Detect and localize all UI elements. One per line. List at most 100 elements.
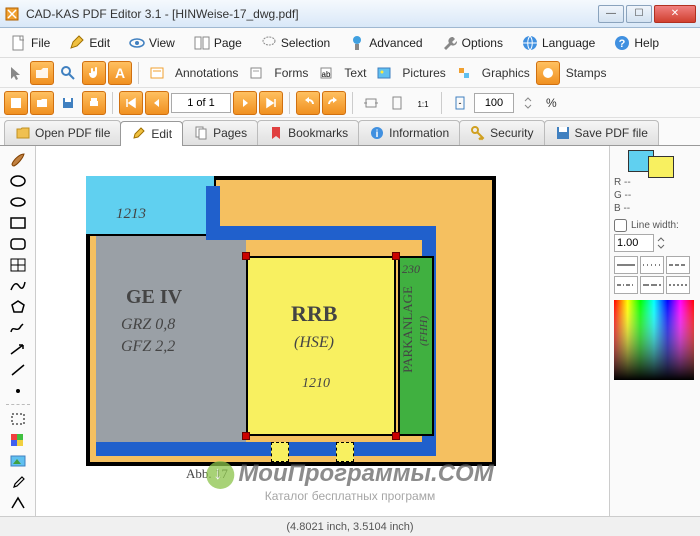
freehand-tool[interactable] <box>4 318 32 337</box>
polygon-tool[interactable] <box>4 297 32 316</box>
measure-tool[interactable] <box>4 493 32 512</box>
prev-page-button[interactable] <box>145 91 169 115</box>
text-label[interactable]: Text <box>344 66 366 80</box>
menu-language[interactable]: Language <box>515 32 601 54</box>
help-icon: ? <box>613 34 631 52</box>
label-grz: GRZ 0,8 <box>121 316 175 334</box>
menu-help[interactable]: ?Help <box>607 32 665 54</box>
fit-width-button[interactable] <box>359 91 383 115</box>
curve-tool[interactable] <box>4 276 32 295</box>
menu-advanced[interactable]: Advanced <box>342 32 428 54</box>
lasso-icon <box>260 34 278 52</box>
open-button[interactable] <box>30 61 54 85</box>
swatch-bg[interactable] <box>648 156 674 178</box>
point-tool[interactable] <box>4 381 32 400</box>
tab-security[interactable]: Security <box>459 120 544 145</box>
undo-button[interactable] <box>296 91 320 115</box>
text-icon[interactable]: ab <box>314 61 338 85</box>
dash-styles <box>614 256 696 294</box>
open2-button[interactable] <box>30 91 54 115</box>
dash-dash[interactable] <box>666 256 690 274</box>
stamps-icon[interactable] <box>536 61 560 85</box>
pencil-icon <box>131 126 147 142</box>
maximize-button[interactable]: ☐ <box>626 5 652 23</box>
separator <box>352 92 353 114</box>
zoom-input[interactable] <box>474 93 514 113</box>
minimize-button[interactable]: — <box>598 5 624 23</box>
color-picker[interactable] <box>614 300 694 380</box>
spinner-icon[interactable] <box>656 235 666 251</box>
separator <box>112 92 113 114</box>
brush-tool[interactable] <box>4 150 32 169</box>
linewidth-input[interactable] <box>614 234 654 252</box>
print-button[interactable] <box>82 91 106 115</box>
roundrect-tool[interactable] <box>4 234 32 253</box>
arrow-tool[interactable] <box>4 339 32 358</box>
tool-palette <box>0 146 36 516</box>
color-tool[interactable] <box>4 430 32 449</box>
close-button[interactable]: ✕ <box>654 5 696 23</box>
tab-open[interactable]: Open PDF file <box>4 120 121 145</box>
dash-long[interactable] <box>640 276 664 294</box>
pages-icon <box>193 125 209 141</box>
oval-tool[interactable] <box>4 192 32 211</box>
last-page-button[interactable] <box>259 91 283 115</box>
dash-solid[interactable] <box>614 256 638 274</box>
save-button[interactable] <box>56 91 80 115</box>
forms-label[interactable]: Forms <box>274 66 308 80</box>
label-1210: 1210 <box>302 376 330 392</box>
tab-pages[interactable]: Pages <box>182 120 258 145</box>
wizard-icon <box>348 34 366 52</box>
text-tool-button[interactable]: A <box>108 61 132 85</box>
label-1213: 1213 <box>116 206 146 223</box>
ellipse-tool[interactable] <box>4 171 32 190</box>
zoom-button[interactable] <box>56 61 80 85</box>
actual-size-button[interactable]: 1:1 <box>411 91 435 115</box>
menu-selection[interactable]: Selection <box>254 32 336 54</box>
zoom-spinner[interactable] <box>516 91 540 115</box>
linewidth-checkbox[interactable] <box>614 219 627 232</box>
zoom-out-button[interactable]: - <box>448 91 472 115</box>
graphics-icon[interactable] <box>452 61 476 85</box>
label-fhh: (FHH) <box>418 316 430 346</box>
stamps-label[interactable]: Stamps <box>566 66 607 80</box>
label-gfz: GFZ 2,2 <box>121 338 175 356</box>
tab-info[interactable]: iInformation <box>358 120 460 145</box>
image-tool[interactable] <box>4 451 32 470</box>
label-park: PARKANLAGE <box>400 286 416 373</box>
forms-icon[interactable] <box>244 61 268 85</box>
tab-save[interactable]: Save PDF file <box>544 120 659 145</box>
tab-bookmarks[interactable]: Bookmarks <box>257 120 359 145</box>
pictures-label[interactable]: Pictures <box>402 66 445 80</box>
svg-text:A: A <box>115 65 125 81</box>
canvas[interactable]: 1213 GE IV GRZ 0,8 GFZ 2,2 RRB (HSE) 121… <box>36 146 610 516</box>
line-tool[interactable] <box>4 360 32 379</box>
page-input[interactable] <box>171 93 231 113</box>
menu-edit[interactable]: Edit <box>62 32 116 54</box>
hand-button[interactable] <box>82 61 106 85</box>
marquee-tool[interactable] <box>4 409 32 428</box>
dash-dot[interactable] <box>640 256 664 274</box>
menu-page[interactable]: Page <box>187 32 248 54</box>
next-page-button[interactable] <box>233 91 257 115</box>
menu-file[interactable]: File <box>4 32 56 54</box>
graphics-label[interactable]: Graphics <box>482 66 530 80</box>
fit-page-button[interactable] <box>385 91 409 115</box>
first-page-button[interactable] <box>119 91 143 115</box>
annotations-label[interactable]: Annotations <box>175 66 238 80</box>
pictures-icon[interactable] <box>372 61 396 85</box>
tab-edit[interactable]: Edit <box>120 121 183 146</box>
menu-options[interactable]: Options <box>435 32 509 54</box>
menu-view[interactable]: View <box>122 32 181 54</box>
cursor-button[interactable] <box>4 61 28 85</box>
menu-bar: File Edit View Page Selection Advanced O… <box>0 28 700 58</box>
grid-tool[interactable] <box>4 255 32 274</box>
dash-double[interactable] <box>666 276 690 294</box>
rect-tool[interactable] <box>4 213 32 232</box>
eyedropper-tool[interactable] <box>4 472 32 491</box>
dash-dashdot[interactable] <box>614 276 638 294</box>
redo-button[interactable] <box>322 91 346 115</box>
status-text: (4.8021 inch, 3.5104 inch) <box>286 521 413 533</box>
new-button[interactable] <box>4 91 28 115</box>
annotations-icon[interactable] <box>145 61 169 85</box>
